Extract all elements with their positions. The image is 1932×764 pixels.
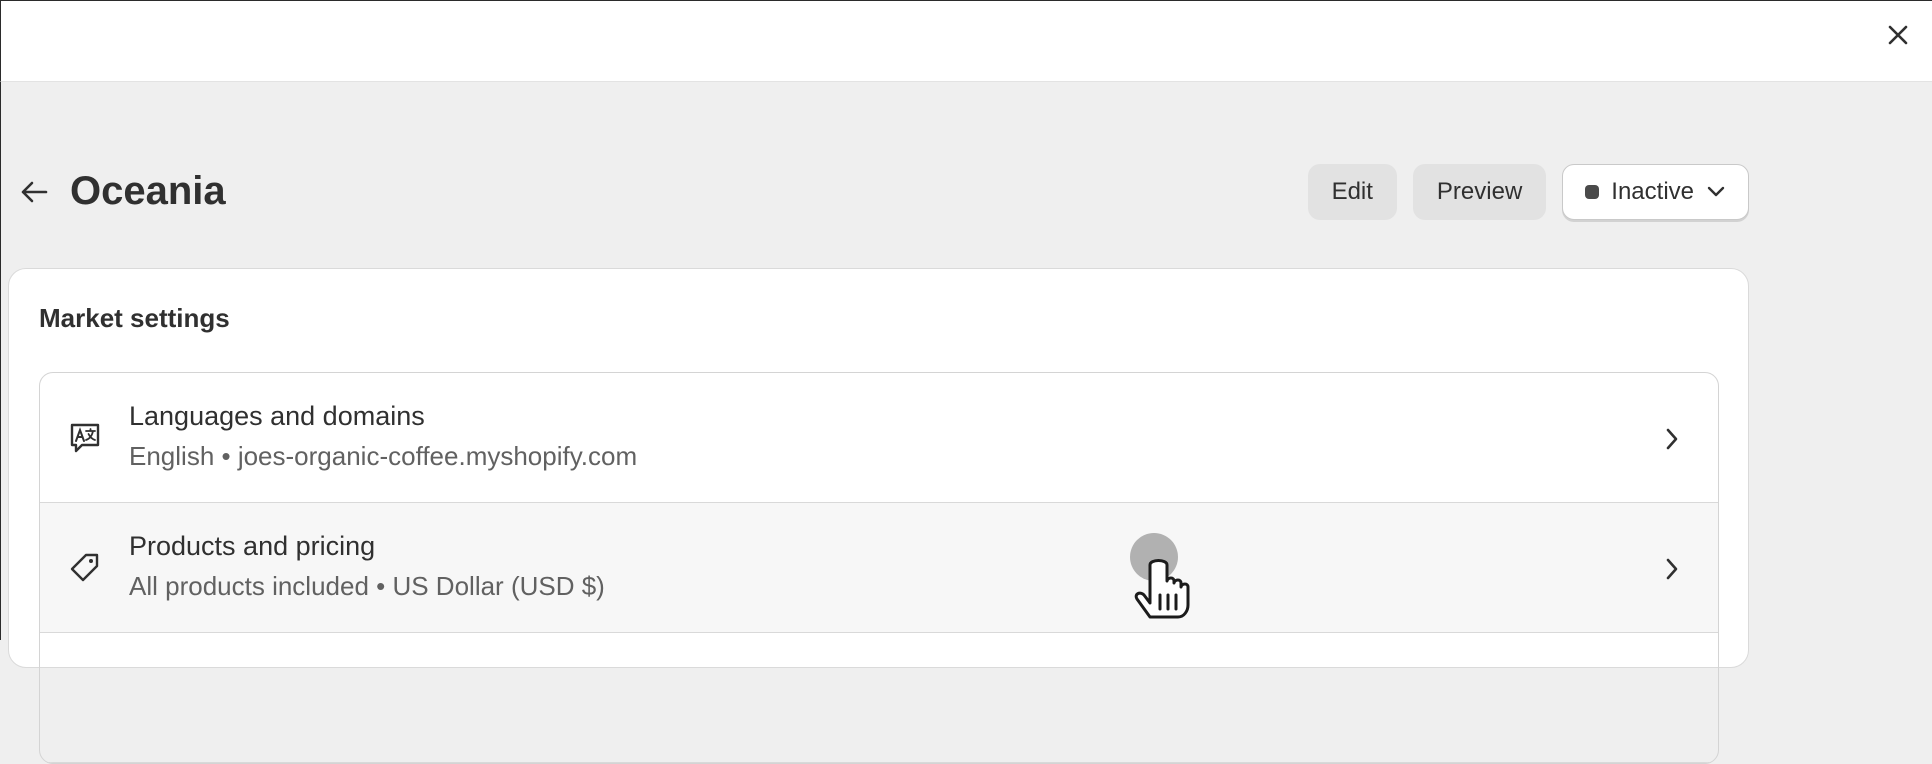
- header-actions: Edit Preview Inactive: [1307, 164, 1749, 220]
- status-dropdown[interactable]: Inactive: [1562, 164, 1749, 220]
- preview-button[interactable]: Preview: [1412, 164, 1547, 220]
- hand-pointer-cursor-icon: [1128, 533, 1198, 630]
- translate-icon: [68, 421, 102, 455]
- price-tag-icon: [68, 551, 102, 585]
- close-icon: [1888, 25, 1908, 45]
- chevron-right-icon: [1660, 555, 1684, 583]
- chevron-right-icon: [1660, 425, 1684, 453]
- status-label: Inactive: [1611, 178, 1694, 205]
- row-title: Products and pricing: [129, 531, 376, 561]
- list-item[interactable]: [40, 633, 1718, 763]
- back-button[interactable]: [14, 172, 54, 212]
- market-settings-card: Market settings Languages and domains En…: [8, 268, 1749, 764]
- close-button[interactable]: [1878, 15, 1918, 55]
- row-subtitle: English • joes-organic-coffee.myshopify.…: [129, 441, 638, 471]
- row-subtitle: All products included • US Dollar (USD $…: [129, 571, 605, 601]
- status-indicator-dot: [1585, 185, 1600, 199]
- list-item-products-pricing[interactable]: Products and pricing All products includ…: [40, 503, 1718, 633]
- window-left-border: [0, 82, 1, 640]
- page-title: Oceania: [70, 169, 226, 213]
- edit-button[interactable]: Edit: [1307, 164, 1397, 220]
- arrow-left-icon: [21, 181, 48, 203]
- settings-list: Languages and domains English • joes-org…: [39, 372, 1719, 764]
- list-item-languages-domains[interactable]: Languages and domains English • joes-org…: [40, 373, 1718, 503]
- chevron-down-icon: [1707, 186, 1725, 197]
- row-title: Languages and domains: [129, 401, 425, 431]
- card-title: Market settings: [39, 303, 230, 333]
- modal-top-bar: [0, 0, 1932, 82]
